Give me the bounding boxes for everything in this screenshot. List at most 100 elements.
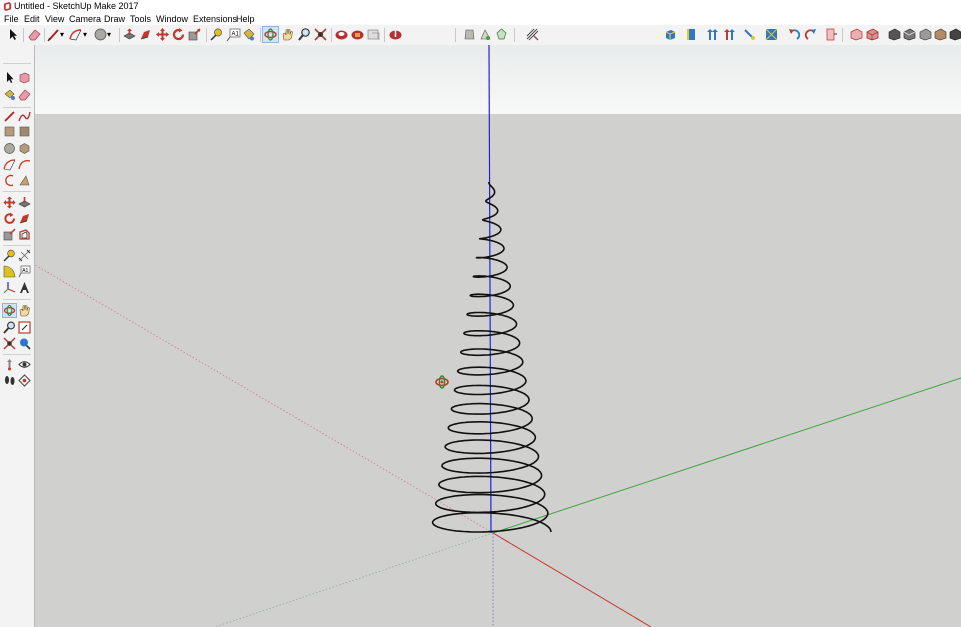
arc-tool-icon[interactable] (3, 158, 16, 171)
protractor-tool-icon[interactable] (3, 265, 16, 278)
menu-file[interactable]: File (4, 13, 19, 25)
freehand-tool-icon[interactable] (18, 110, 31, 123)
xray-icon[interactable] (849, 27, 864, 42)
top-view-icon[interactable] (684, 27, 699, 42)
paint-bucket-tool-icon[interactable] (3, 88, 16, 101)
components-icon[interactable] (462, 27, 477, 42)
push-pull-tool-icon[interactable] (122, 27, 137, 42)
dimension-tool-icon[interactable] (18, 249, 31, 262)
menu-camera[interactable]: Camera (69, 13, 101, 25)
move-tool-icon[interactable] (155, 27, 170, 42)
3d-text-tool-icon[interactable] (18, 281, 31, 294)
line-tool-icon[interactable] (3, 110, 16, 123)
extension-warehouse-icon[interactable] (350, 27, 365, 42)
paint-bucket-tool-icon[interactable] (241, 27, 256, 42)
eraser-tool-icon[interactable] (18, 88, 31, 101)
offset-tool-icon[interactable] (18, 228, 31, 241)
zoom-extents-tool-icon[interactable] (3, 337, 16, 350)
iso-view-icon[interactable] (663, 27, 678, 42)
menu-edit[interactable]: Edit (24, 13, 40, 25)
text-tool-icon[interactable]: A1 (226, 27, 241, 42)
menu-tools[interactable]: Tools (130, 13, 151, 25)
3d-scene[interactable] (35, 45, 961, 627)
orbit-tool-button[interactable] (262, 26, 279, 43)
zoom-extents-tool-icon[interactable] (313, 27, 328, 42)
sky-background (35, 45, 961, 115)
front-view-icon[interactable] (705, 27, 720, 42)
left-view-icon[interactable] (764, 27, 779, 42)
rotate-tool-icon[interactable] (171, 27, 186, 42)
select-tool-icon[interactable] (3, 71, 16, 84)
arc-tool-icon[interactable] (68, 27, 83, 42)
circle-tool-icon[interactable] (93, 27, 108, 42)
walk-tool-icon[interactable] (3, 374, 16, 387)
sandbox-icon[interactable] (525, 27, 540, 42)
3-point-arc-tool-icon[interactable] (3, 174, 16, 187)
shadows-icon[interactable] (494, 27, 509, 42)
2-point-arc-tool-icon[interactable] (18, 158, 31, 171)
tape-measure-tool-icon[interactable] (3, 249, 16, 262)
zoom-window-tool-icon[interactable] (18, 321, 31, 334)
pan-tool-icon[interactable] (280, 27, 295, 42)
title-bar: Untitled - SketchUp Make 2017 (0, 0, 961, 13)
move-tool-icon[interactable] (3, 196, 16, 209)
line-tool-icon[interactable] (46, 27, 61, 42)
back-view-icon[interactable] (742, 27, 757, 42)
menu-view[interactable]: View (45, 13, 64, 25)
menu-draw[interactable]: Draw (104, 13, 125, 25)
position-camera-tool-icon[interactable] (3, 358, 16, 371)
section-plane-tool-icon[interactable] (18, 374, 31, 387)
layout-icon[interactable] (366, 27, 381, 42)
menu-window[interactable]: Window (156, 13, 188, 25)
rectangle-tool-icon[interactable] (3, 125, 16, 138)
sketchup-logo-icon (3, 2, 12, 11)
select-tool-icon[interactable] (5, 27, 20, 42)
menu-extensions[interactable]: Extensions (193, 13, 237, 25)
orbit-tool-icon (264, 28, 277, 41)
follow-me-tool-icon[interactable] (138, 27, 153, 42)
window-title: Untitled - SketchUp Make 2017 (14, 1, 139, 11)
orbit-tool-icon (3, 304, 16, 317)
axes-tool-icon[interactable] (3, 281, 16, 294)
eraser-tool-icon[interactable] (27, 27, 42, 42)
monochrome-icon[interactable] (948, 27, 961, 42)
zoom-tool-icon[interactable] (3, 321, 16, 334)
polygon-tool-icon[interactable] (18, 142, 31, 155)
undo-view-icon[interactable] (787, 27, 802, 42)
follow-me-tool-icon[interactable] (18, 212, 31, 225)
large-tool-set-palette: A1 (0, 45, 35, 627)
shaded-icon[interactable] (918, 27, 933, 42)
modeling-viewport[interactable] (35, 45, 961, 627)
3d-warehouse-icon[interactable] (334, 27, 349, 42)
rotated-rectangle-tool-icon[interactable] (18, 125, 31, 138)
circle-tool-icon[interactable] (3, 142, 16, 155)
look-around-tool-icon[interactable] (18, 358, 31, 371)
orbit-tool-button[interactable] (2, 303, 17, 318)
menu-bar: File Edit View Camera Draw Tools Window … (0, 13, 961, 25)
scale-tool-icon[interactable] (3, 228, 16, 241)
scale-tool-icon[interactable] (187, 27, 202, 42)
section-plane-icon[interactable] (824, 27, 839, 42)
rotate-tool-icon[interactable] (3, 212, 16, 225)
svg-text:A1: A1 (232, 32, 240, 38)
zoom-tool-icon[interactable] (297, 27, 312, 42)
menu-help[interactable]: Help (236, 13, 255, 25)
previous-view-icon[interactable] (18, 337, 31, 350)
shaded-textures-icon[interactable] (933, 27, 948, 42)
text-tool-icon[interactable]: A1 (18, 265, 31, 278)
back-edges-icon[interactable] (865, 27, 880, 42)
styles-icon[interactable] (478, 27, 493, 42)
svg-text:A1: A1 (22, 268, 28, 274)
ground-plane (35, 114, 961, 627)
pie-tool-icon[interactable] (18, 174, 31, 187)
wireframe-icon[interactable] (887, 27, 902, 42)
share-model-icon[interactable] (388, 27, 403, 42)
push-pull-tool-icon[interactable] (18, 196, 31, 209)
redo-view-icon[interactable] (803, 27, 818, 42)
right-view-icon[interactable] (722, 27, 737, 42)
hidden-line-icon[interactable] (902, 27, 917, 42)
main-toolbar: ▾ ▾ ▾ A1 (0, 25, 961, 46)
pan-tool-icon[interactable] (18, 304, 31, 317)
tape-measure-tool-icon[interactable] (209, 27, 224, 42)
make-component-icon[interactable] (18, 71, 31, 84)
